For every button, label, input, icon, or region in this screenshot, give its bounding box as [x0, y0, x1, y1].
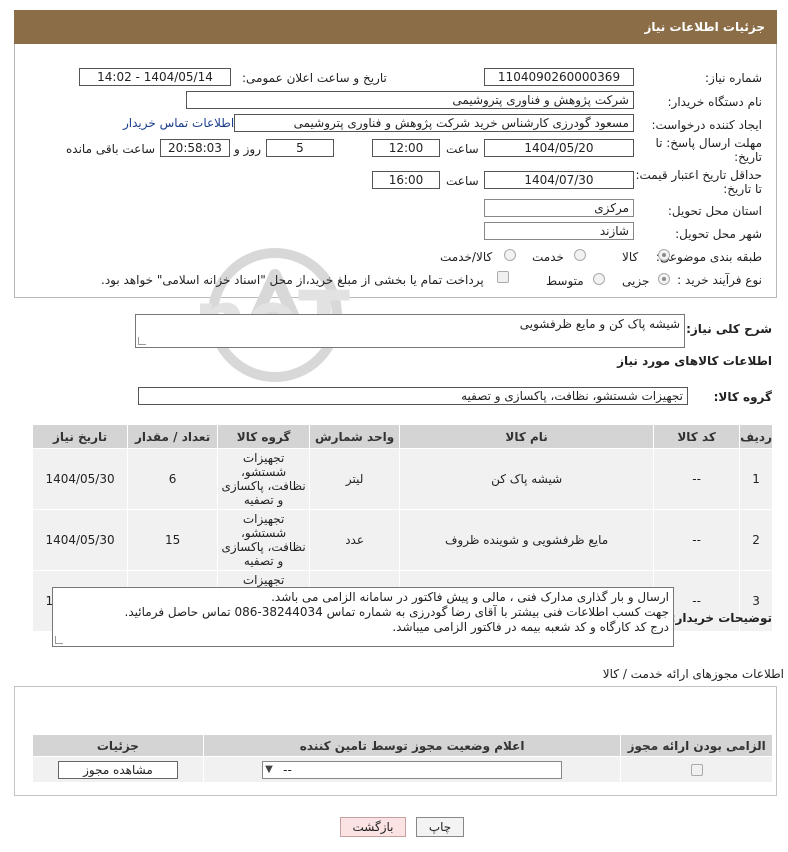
table-row: 1 -- شیشه پاک کن لیتر تجهیزات شستشو، نظا… — [31, 448, 773, 510]
goods-table-header: ردیف کد کالا نام کالا واحد شمارش گروه کا… — [31, 424, 773, 449]
need-number-field: 1104090260000369 — [484, 68, 634, 86]
row-qty: 15 — [127, 509, 219, 571]
chevron-down-icon: ▼ — [265, 763, 273, 775]
category-radio-goods[interactable] — [658, 249, 670, 261]
col-permit-required: الزامی بودن ارائه مجوز — [620, 734, 773, 757]
need-description-field: شیشه پاک کن و مایع ظرفشویی — [135, 314, 685, 348]
announce-datetime-label: تاریخ و ساعت اعلان عمومی: — [242, 71, 387, 85]
category-option-service: خدمت — [532, 250, 564, 264]
reply-deadline-label-2: تاریخ: — [734, 150, 762, 164]
view-permit-button[interactable]: مشاهده مجوز — [57, 760, 178, 779]
buyer-notes-line: جهت کسب اطلاعات فنی بیشتر با آقای رضا گو… — [124, 605, 669, 619]
need-description-label: شرح کلی نیاز: — [686, 322, 772, 336]
announce-datetime-field: 1404/05/14 - 14:02 — [79, 68, 231, 86]
buyer-org-label: نام دستگاه خریدار: — [667, 95, 763, 109]
row-number: 1 — [739, 448, 773, 510]
buyer-contact-link[interactable]: اطلاعات تماس خریدار — [123, 116, 234, 130]
col-row: ردیف — [739, 424, 773, 449]
row-unit: لیتر — [309, 448, 401, 510]
row-unit: عدد — [309, 509, 401, 571]
city-field: شازند — [484, 222, 634, 240]
category-radio-service[interactable] — [574, 249, 586, 261]
col-permit-details: جزئیات — [32, 734, 204, 757]
buyer-notes-line: ارسال و بار گذاری مدارک فنی ، مالی و پیش… — [271, 590, 669, 604]
remaining-time-field: 20:58:03 — [160, 139, 230, 157]
back-button[interactable]: بازگشت — [340, 817, 406, 837]
reply-deadline-label: مهلت ارسال پاسخ: تا — [655, 136, 762, 150]
permit-status-select[interactable]: -- ▼ — [262, 760, 563, 779]
row-group: تجهیزات شستشو، نظافت، پاکسازی و تصفیه — [217, 509, 311, 571]
col-permit-status: اعلام وضعیت مجوز توسط تامین کننده — [202, 734, 622, 757]
creator-label: ایجاد کننده درخواست: — [651, 118, 762, 132]
treasury-payment-checkbox[interactable] — [497, 271, 509, 283]
price-time-field: 16:00 — [372, 171, 440, 189]
process-radio-medium[interactable] — [593, 273, 605, 285]
goods-section-title: اطلاعات کالاهای مورد نیاز — [617, 354, 772, 368]
treasury-payment-note: پرداخت تمام یا بخشی از مبلغ خرید،از محل … — [101, 273, 484, 287]
goods-group-label: گروه کالا: — [713, 390, 772, 404]
creator-field: مسعود گودرزی کارشناس خرید شرکت پژوهش و ف… — [234, 114, 634, 132]
buyer-org-field: شرکت پژوهش و فناوری پتروشیمی — [186, 91, 634, 109]
row-number: 2 — [739, 509, 773, 571]
permits-table: الزامی بودن ارائه مجوز اعلام وضعیت مجوز … — [32, 734, 773, 783]
reply-time-label: ساعت — [446, 142, 479, 156]
price-validity-label: حداقل تاریخ اعتبار قیمت: — [635, 168, 762, 182]
need-number-label: شماره نیاز: — [705, 71, 762, 85]
row-code: -- — [653, 509, 741, 571]
permits-table-header: الزامی بودن ارائه مجوز اعلام وضعیت مجوز … — [32, 734, 773, 757]
process-option-medium: متوسط — [546, 274, 584, 288]
row-date: 1404/05/30 — [31, 509, 129, 571]
process-type-label: نوع فرآیند خرید : — [677, 273, 762, 287]
col-code: کد کالا — [653, 424, 741, 449]
category-option-goods: کالا — [622, 250, 639, 264]
buyer-notes-field: ارسال و بار گذاری مدارک فنی ، مالی و پیش… — [52, 587, 674, 647]
price-time-label: ساعت — [446, 174, 479, 188]
row-group: تجهیزات شستشو، نظافت، پاکسازی و تصفیه — [217, 448, 311, 510]
buyer-notes-label: توضیحات خریدار: — [670, 611, 772, 625]
permit-status-value: -- — [283, 762, 292, 777]
permit-required-cell — [620, 756, 773, 783]
buyer-notes-line: درج کد کارگاه و کد شعبه بیمه در فاکتور ا… — [392, 620, 669, 634]
col-date: تاریخ نیاز — [31, 424, 129, 449]
goods-group-field: تجهیزات شستشو، نظافت، پاکسازی و تصفیه — [138, 387, 688, 405]
print-button[interactable]: چاپ — [416, 817, 464, 837]
description-resize-handle[interactable] — [138, 337, 146, 345]
notes-resize-handle[interactable] — [55, 636, 63, 644]
province-label: استان محل تحویل: — [667, 204, 762, 218]
page-title: جزئیات اطلاعات نیاز — [14, 10, 777, 44]
row-code: -- — [653, 448, 741, 510]
reply-date-field: 1404/05/20 — [484, 139, 634, 157]
row-qty: 6 — [127, 448, 219, 510]
table-row: -- ▼ مشاهده مجوز — [32, 756, 773, 783]
price-validity-label-2: تا تاریخ: — [723, 182, 762, 196]
row-date: 1404/05/30 — [31, 448, 129, 510]
remaining-time-label: ساعت باقی مانده — [66, 142, 156, 156]
process-option-minor: جزیی — [622, 274, 650, 288]
days-label: روز و — [234, 142, 261, 156]
price-date-field: 1404/07/30 — [484, 171, 634, 189]
permits-section-title: اطلاعات مجوزهای ارائه خدمت / کالا — [602, 667, 784, 681]
col-name: نام کالا — [399, 424, 655, 449]
permit-status-cell: -- ▼ — [202, 756, 622, 783]
row-name: مایع ظرفشویی و شوینده ظروف — [399, 509, 655, 571]
col-unit: واحد شمارش — [309, 424, 401, 449]
permit-required-checkbox — [690, 764, 703, 776]
city-label: شهر محل تحویل: — [675, 227, 762, 241]
category-label: طبقه بندی موضوعی: — [655, 250, 762, 264]
category-option-goods-service: کالا/خدمت — [440, 250, 493, 264]
province-field: مرکزی — [484, 199, 634, 217]
category-radio-goods-service[interactable] — [504, 249, 516, 261]
process-radio-minor[interactable] — [658, 273, 670, 285]
col-qty: تعداد / مقدار — [127, 424, 219, 449]
table-row: 2 -- مایع ظرفشویی و شوینده ظروف عدد تجهی… — [31, 509, 773, 571]
row-name: شیشه پاک کن — [399, 448, 655, 510]
days-remaining-field: 5 — [266, 139, 334, 157]
col-group: گروه کالا — [217, 424, 311, 449]
reply-time-field: 12:00 — [372, 139, 440, 157]
permit-details-cell: مشاهده مجوز — [32, 756, 204, 783]
